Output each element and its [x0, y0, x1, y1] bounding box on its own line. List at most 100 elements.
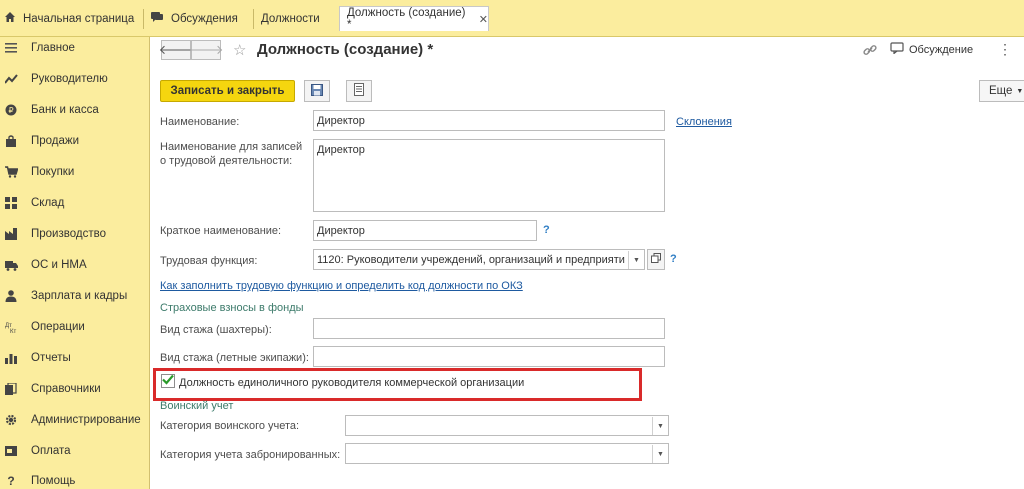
sidebar-item-references[interactable]: Справочники — [0, 378, 150, 400]
sidebar-item-label: Операции — [31, 321, 85, 333]
discussion-icon — [150, 11, 164, 26]
sidebar-item-main[interactable]: Главное — [0, 37, 150, 59]
sidebar-item-label: Производство — [31, 228, 106, 240]
sidebar-item-manager[interactable]: Руководителю — [0, 68, 150, 90]
sidebar-item-purchases[interactable]: Покупки — [0, 161, 150, 183]
military-category-label: Категория воинского учета: — [160, 420, 300, 432]
forward-button[interactable]: 🡒 — [189, 40, 223, 60]
menu-icon — [4, 41, 18, 55]
sidebar-item-administration[interactable]: Администрирование — [0, 409, 150, 431]
sidebar-item-label: Покупки — [31, 166, 75, 178]
tab-bar: Начальная страница Обсуждения Должности … — [0, 0, 1024, 37]
sidebar-item-label: Главное — [31, 42, 75, 54]
coin-icon: ₽ — [4, 103, 18, 117]
military-category-select[interactable]: ▼ — [345, 415, 669, 436]
svg-text:Кт: Кт — [10, 329, 16, 333]
tab-positions[interactable]: Должности — [253, 8, 320, 29]
okz-link[interactable]: Как заполнить трудовую функцию и определ… — [160, 280, 523, 292]
declensions-link[interactable]: Склонения — [676, 116, 732, 128]
sidebar-item-label: Администрирование — [31, 414, 141, 426]
close-icon[interactable]: ✕ — [479, 13, 488, 26]
labor-function-value: 1120: Руководители учреждений, организац… — [317, 254, 625, 266]
bag-icon — [4, 134, 18, 148]
miner-label: Вид стажа (шахтеры): — [160, 324, 272, 336]
sidebar-item-label: Оплата — [31, 445, 71, 457]
comment-icon — [890, 42, 904, 57]
link-icon[interactable] — [863, 43, 877, 60]
sidebar-item-production[interactable]: Производство — [0, 223, 150, 245]
reserved-category-select[interactable]: ▼ — [345, 443, 669, 464]
warehouse-icon — [4, 196, 18, 210]
page-title: Должность (создание) * — [257, 41, 434, 58]
tab-home-label: Начальная страница — [23, 12, 135, 25]
name-field[interactable]: Директор — [313, 110, 665, 131]
sole-head-checkbox[interactable] — [161, 374, 175, 388]
open-window-icon — [651, 253, 661, 266]
bar-chart-icon — [4, 351, 18, 365]
discussion-button[interactable]: Обсуждение — [890, 42, 973, 57]
sidebar-item-label: Зарплата и кадры — [31, 290, 128, 302]
sidebar-item-label: Отчеты — [31, 352, 71, 364]
sidebar-item-help[interactable]: ? Помощь — [0, 470, 150, 489]
document-button[interactable] — [346, 80, 372, 102]
operations-icon: Дт Кт — [4, 320, 18, 334]
sidebar-item-bank[interactable]: ₽ Банк и касса — [0, 99, 150, 121]
chevron-down-icon[interactable]: ▼ — [652, 445, 668, 463]
more-button-label: Еще — [989, 85, 1013, 97]
reserved-category-label: Категория учета забронированных: — [160, 449, 341, 461]
miner-field[interactable] — [313, 318, 665, 339]
tab-positions-label: Должности — [261, 12, 320, 25]
insurance-section-title: Страховые взносы в фонды — [160, 302, 304, 314]
factory-icon — [4, 227, 18, 241]
tab-discussions[interactable]: Обсуждения — [150, 8, 238, 29]
work-name-label-line1: Наименование для записей — [160, 141, 303, 153]
sole-head-label[interactable]: Должность единоличного руководителя комм… — [179, 377, 524, 389]
sidebar-item-warehouse[interactable]: Склад — [0, 192, 150, 214]
tab-divider — [143, 9, 144, 29]
sidebar-item-label: Банк и касса — [31, 104, 99, 116]
floppy-disk-icon — [311, 83, 323, 99]
discussion-label: Обсуждение — [909, 43, 974, 56]
save-close-button[interactable]: Записать и закрыть — [160, 80, 295, 102]
sidebar: Главное Руководителю ₽ Банк и касса Прод… — [0, 37, 150, 489]
sidebar-item-operations[interactable]: Дт Кт Операции — [0, 316, 150, 338]
sidebar-item-label: Помощь — [31, 475, 76, 487]
help-mark-icon[interactable]: ? — [670, 253, 677, 265]
sidebar-item-salary[interactable]: Зарплата и кадры — [0, 285, 150, 307]
sidebar-item-label: Справочники — [31, 383, 101, 395]
sidebar-item-payment[interactable]: Оплата — [0, 440, 150, 462]
labor-function-select[interactable]: 1120: Руководители учреждений, организац… — [313, 249, 645, 270]
trend-icon — [4, 72, 18, 86]
chevron-down-icon[interactable]: ▼ — [628, 251, 644, 269]
chevron-down-icon[interactable]: ▼ — [652, 417, 668, 435]
payment-icon — [4, 444, 18, 458]
labor-function-label: Трудовая функция: — [160, 255, 258, 267]
sidebar-item-label: Склад — [31, 197, 65, 209]
tab-position-create[interactable]: Должность (создание) * ✕ — [339, 6, 489, 31]
help-mark-icon[interactable]: ? — [543, 224, 550, 236]
work-name-textarea[interactable]: Директор — [313, 139, 665, 212]
flight-field[interactable] — [313, 346, 665, 367]
flight-label: Вид стажа (летные экипажи): — [160, 352, 309, 364]
sidebar-item-reports[interactable]: Отчеты — [0, 347, 150, 369]
back-button[interactable]: 🡐 — [159, 40, 193, 60]
military-section-title: Воинский учет — [160, 400, 234, 412]
svg-text:₽: ₽ — [8, 106, 13, 115]
sidebar-item-label: Продажи — [31, 135, 80, 147]
save-button[interactable] — [304, 80, 330, 102]
sidebar-item-assets[interactable]: ОС и НМА — [0, 254, 150, 276]
help-icon: ? — [7, 474, 15, 488]
sidebar-item-sales[interactable]: Продажи — [0, 130, 150, 152]
short-name-field[interactable]: Директор — [313, 220, 537, 241]
open-button[interactable] — [647, 249, 665, 270]
more-menu-icon[interactable]: ⋮ — [998, 41, 1012, 58]
tab-home[interactable]: Начальная страница — [4, 8, 134, 29]
cart-icon — [4, 165, 18, 179]
tab-position-create-label: Должность (создание) * — [347, 7, 466, 31]
work-name-label-line2: о трудовой деятельности: — [160, 155, 293, 167]
more-button[interactable]: Еще ▼ — [979, 80, 1024, 102]
books-icon — [4, 382, 18, 396]
short-name-label: Краткое наименование: — [160, 225, 282, 237]
gear-icon — [4, 413, 18, 427]
star-icon[interactable]: ☆ — [233, 41, 246, 59]
